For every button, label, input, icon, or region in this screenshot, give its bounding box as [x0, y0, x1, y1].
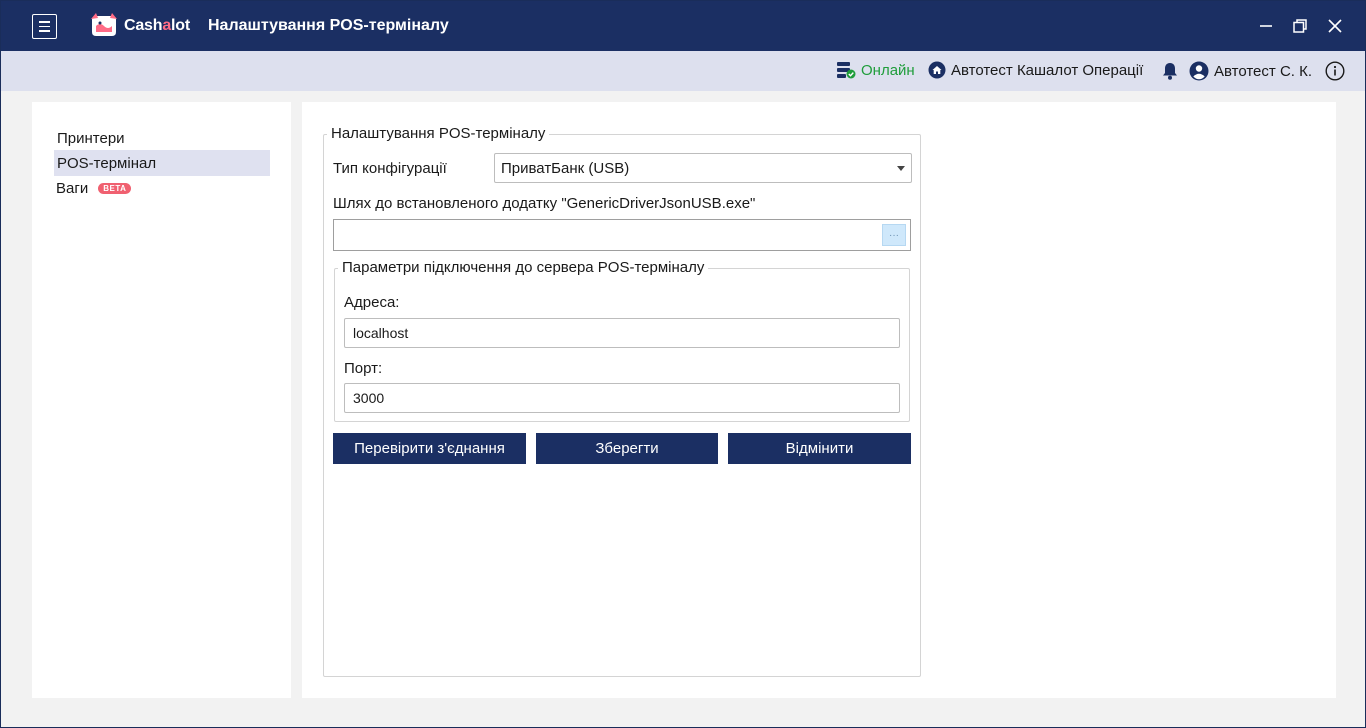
path-label: Шлях до встановленого додатку "GenericDr…	[333, 195, 756, 212]
sidebar-item-printers[interactable]: Принтери	[54, 125, 270, 151]
restore-icon	[1293, 19, 1307, 33]
window-title: Налаштування POS-терміналу	[208, 17, 449, 34]
address-label: Адреса:	[344, 294, 400, 311]
address-input[interactable]: localhost	[344, 318, 900, 348]
home-icon	[928, 61, 946, 79]
app-window: Cashalot Налаштування POS-терміналу Онла…	[0, 0, 1366, 728]
settings-sidebar: Принтери POS-термінал Ваги BETA	[32, 102, 291, 698]
sidebar-item-pos-terminal[interactable]: POS-термінал	[54, 150, 270, 176]
server-check-icon	[837, 62, 856, 79]
beta-badge: BETA	[98, 182, 132, 194]
sidebar-item-label: POS-термінал	[57, 154, 157, 172]
cashalot-logo-icon	[91, 13, 117, 36]
sidebar-item-label: Ваги	[56, 179, 89, 197]
browse-button[interactable]: ···	[882, 224, 906, 246]
title-bar: Cashalot Налаштування POS-терміналу	[1, 1, 1365, 51]
hamburger-menu-icon[interactable]	[32, 14, 57, 39]
path-input[interactable]: ···	[333, 219, 911, 251]
dropdown-arrow-icon	[897, 166, 905, 171]
save-button[interactable]: Зберегти	[536, 433, 718, 464]
restore-button[interactable]	[1289, 15, 1311, 37]
main-panel: Налаштування POS-терміналу Тип конфігура…	[302, 102, 1336, 698]
check-connection-button[interactable]: Перевірити з'єднання	[333, 433, 526, 464]
company-name: Автотест Кашалот Операції	[951, 61, 1144, 79]
port-input[interactable]: 3000	[344, 383, 900, 413]
info-button[interactable]	[1325, 61, 1345, 81]
minimize-button[interactable]	[1255, 15, 1277, 37]
sidebar-item-scales[interactable]: Ваги BETA	[54, 175, 270, 201]
close-icon	[1328, 19, 1342, 33]
bell-icon	[1163, 63, 1177, 80]
user-menu[interactable]: Автотест С. К.	[1189, 61, 1312, 81]
app-logo: Cashalot	[88, 12, 190, 40]
brand-name: Cashalot	[124, 17, 190, 34]
company-selector[interactable]: Автотест Кашалот Операції	[928, 61, 1143, 79]
group-title: Налаштування POS-терміналу	[327, 125, 550, 142]
user-name: Автотест С. К.	[1214, 62, 1313, 80]
config-type-value: ПриватБанк (USB)	[501, 159, 630, 177]
config-type-select[interactable]: ПриватБанк (USB)	[494, 153, 912, 183]
online-label: Онлайн	[861, 61, 915, 79]
server-group-title: Параметри підключення до сервера POS-тер…	[338, 259, 709, 276]
user-circle-icon	[1189, 61, 1209, 81]
close-button[interactable]	[1324, 15, 1346, 37]
notifications-button[interactable]	[1161, 61, 1179, 81]
connection-status[interactable]: Онлайн	[836, 61, 915, 79]
cancel-button[interactable]: Відмінити	[728, 433, 911, 464]
status-bar: Онлайн Автотест Кашалот Операції Автотес…	[1, 51, 1365, 91]
config-type-label: Тип конфігурації	[333, 160, 447, 177]
info-icon	[1325, 61, 1345, 81]
minimize-icon	[1260, 25, 1272, 27]
sidebar-item-label: Принтери	[57, 129, 125, 147]
port-label: Порт:	[344, 360, 383, 377]
